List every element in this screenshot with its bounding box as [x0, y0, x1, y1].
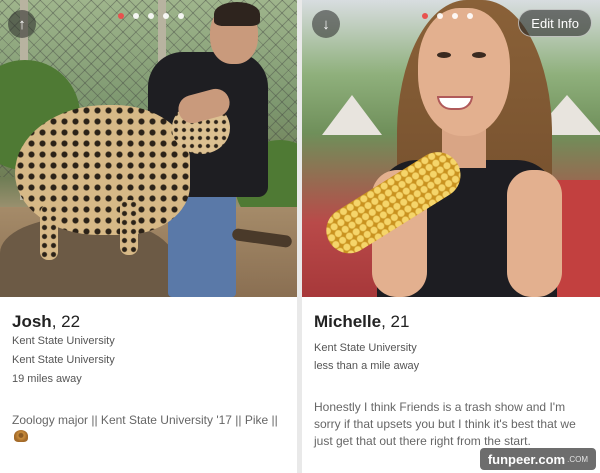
age-text: 22 [61, 312, 81, 331]
photo-dot[interactable] [467, 13, 473, 19]
leopard-leg [120, 200, 138, 255]
photo-dot[interactable] [422, 13, 428, 19]
man-hair [214, 2, 260, 26]
photo-dot[interactable] [452, 13, 458, 19]
photo-dot[interactable] [163, 13, 169, 19]
school-text: Kent State University [314, 342, 417, 354]
photo-dot[interactable] [437, 13, 443, 19]
eye [437, 52, 451, 58]
distance-text: less than a mile away [314, 360, 420, 372]
photo-pagination [422, 13, 473, 19]
shoulder [507, 170, 562, 297]
school-text: Kent State University [12, 335, 115, 347]
profile-photo[interactable]: ↑ [0, 0, 297, 297]
photo-dot[interactable] [118, 13, 124, 19]
name-text: Josh [12, 312, 52, 331]
watermark-suffix: .COM [567, 454, 588, 464]
profile-card-michelle[interactable]: ↓ Edit Info Michelle, 21 Kent State Univ… [302, 0, 600, 473]
arrow-up-icon[interactable]: ↑ [8, 10, 36, 38]
profile-photo[interactable]: ↓ Edit Info [302, 0, 600, 297]
tent [322, 95, 382, 135]
bio-text: Zoology major || Kent State University '… [12, 412, 290, 446]
photo-dot[interactable] [178, 13, 184, 19]
leopard-leg [40, 205, 58, 260]
edit-info-button[interactable]: Edit Info [518, 9, 592, 37]
school-text: Kent State University [12, 354, 115, 366]
profile-card-josh[interactable]: ↑ Josh, 22 Kent State University Kent St… [0, 0, 297, 473]
watermark: funpeer.com .COM [479, 448, 596, 470]
photo-pagination [118, 13, 184, 19]
watermark-text: funpeer.com [487, 451, 566, 467]
profile-name: Josh, 22 [12, 312, 81, 331]
snail-icon [14, 430, 28, 442]
bio-content: Zoology major || Kent State University '… [12, 413, 278, 427]
photo-dot[interactable] [133, 13, 139, 19]
face [418, 8, 510, 136]
age-text: 21 [390, 312, 410, 331]
photo-dot[interactable] [148, 13, 154, 19]
eye [472, 52, 486, 58]
distance-text: 19 miles away [12, 373, 82, 385]
profile-name: Michelle, 21 [314, 312, 410, 331]
bio-text: Honestly I think Friends is a trash show… [314, 400, 576, 448]
name-text: Michelle [314, 312, 382, 331]
arrow-down-icon[interactable]: ↓ [312, 10, 340, 38]
